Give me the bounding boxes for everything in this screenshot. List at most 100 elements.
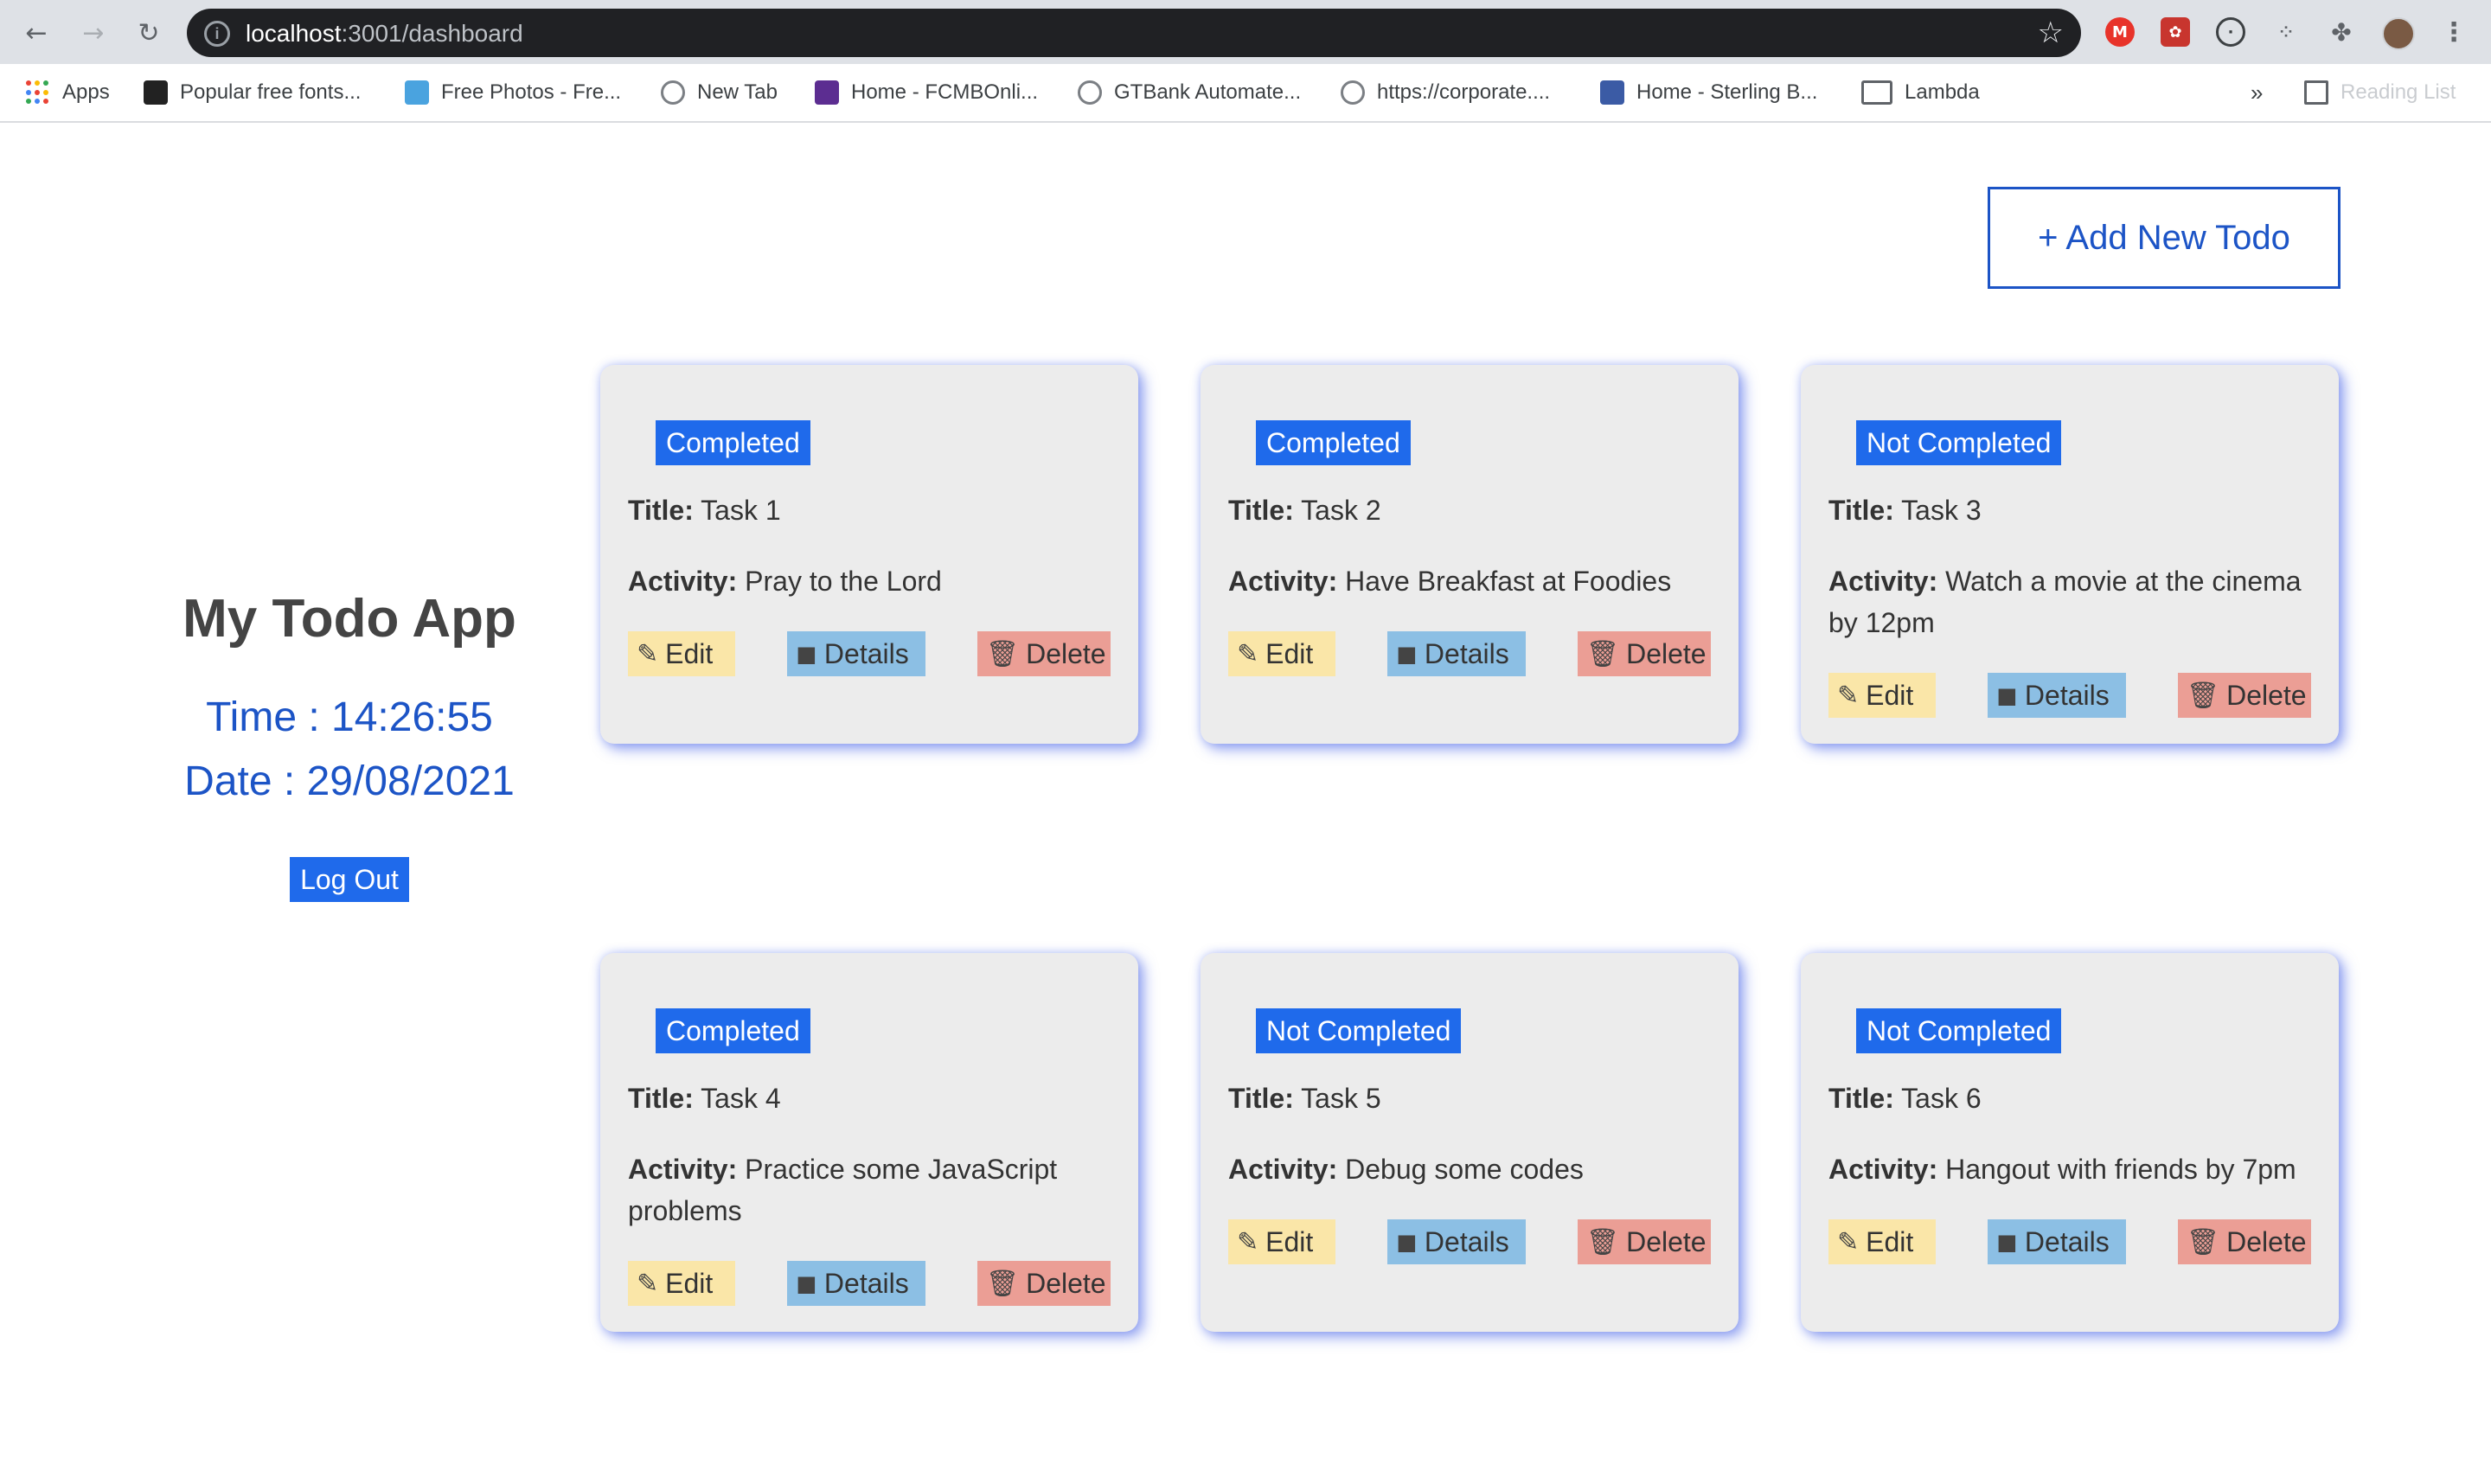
bookmark-label: Home - FCMBOnli... xyxy=(851,80,1039,104)
note-icon: ◼ xyxy=(1396,638,1418,669)
current-date: Date : 29/08/2021 xyxy=(184,758,515,804)
url-text[interactable]: localhost:3001/dashboard xyxy=(246,20,523,48)
trash-icon: 🗑 xyxy=(1586,1226,1620,1257)
bookmark-gtbank[interactable]: GTBank Automate... xyxy=(1078,64,1301,121)
edit-button[interactable]: ✎ Edit xyxy=(1228,1219,1335,1264)
reading-list-button[interactable]: Reading List xyxy=(2304,64,2456,121)
edit-button[interactable]: ✎ Edit xyxy=(628,631,735,676)
todo-activity: Activity: Pray to the Lord xyxy=(628,566,942,597)
todo-title: Title: Task 2 xyxy=(1228,495,1381,526)
extension-icon[interactable]: ✿ xyxy=(2161,17,2190,47)
details-button[interactable]: ◼ Details xyxy=(787,1261,925,1306)
folder-icon xyxy=(1861,80,1892,105)
bookmark-label: Popular free fonts... xyxy=(180,80,362,104)
pexels-icon xyxy=(405,80,429,105)
status-badge: Not Completed xyxy=(1856,420,2062,465)
bookmark-label: Apps xyxy=(62,80,110,104)
app-title: My Todo App xyxy=(183,589,516,649)
todo-activity: Activity: Watch a movie at the cinema by… xyxy=(1828,566,2302,638)
bookmark-star-icon[interactable]: ☆ xyxy=(2038,16,2064,50)
bookmark-sterling[interactable]: Home - Sterling B... xyxy=(1600,64,1817,121)
edit-icon: ✎ xyxy=(1237,638,1259,669)
loading-extension-icon[interactable]: ⁘ xyxy=(2271,17,2301,47)
status-badge: Not Completed xyxy=(1256,1008,1462,1053)
bookmark-label: Lambda xyxy=(1905,80,1980,104)
browser-toolbar: ← → ↻ i localhost:3001/dashboard ☆ M ✿ ·… xyxy=(0,0,2491,64)
todo-card: Completed Title: Task 4 Activity: Practi… xyxy=(600,953,1138,1332)
trash-icon: 🗑 xyxy=(986,638,1020,669)
menu-icon[interactable]: ⋮ xyxy=(2439,17,2469,48)
note-icon: ◼ xyxy=(1996,680,2018,711)
todo-title: Title: Task 3 xyxy=(1828,495,1982,526)
card-actions: ✎ Edit ◼ Details 🗑 Delete xyxy=(1828,1219,2311,1264)
address-bar[interactable]: i localhost:3001/dashboard ☆ xyxy=(187,9,2081,57)
reading-list-label: Reading List xyxy=(2341,80,2456,104)
bookmark-free-photos[interactable]: Free Photos - Fre... xyxy=(405,64,621,121)
edit-button[interactable]: ✎ Edit xyxy=(1828,1219,1936,1264)
todo-card: Completed Title: Task 2 Activity: Have B… xyxy=(1201,365,1739,744)
note-icon: ◼ xyxy=(796,1268,817,1299)
status-badge: Completed xyxy=(656,1008,810,1053)
card-actions: ✎ Edit ◼ Details 🗑 Delete xyxy=(628,631,1111,676)
delete-button[interactable]: 🗑 Delete xyxy=(2178,1219,2311,1264)
info-icon[interactable]: i xyxy=(204,21,230,47)
globe-icon xyxy=(1078,80,1102,105)
todo-activity: Activity: Have Breakfast at Foodies xyxy=(1228,566,1672,597)
status-badge: Not Completed xyxy=(1856,1008,2062,1053)
edit-button[interactable]: ✎ Edit xyxy=(1828,673,1936,718)
fcmb-icon xyxy=(815,80,839,105)
bookmark-label: New Tab xyxy=(697,80,778,104)
bookmark-popular-fonts[interactable]: Popular free fonts... xyxy=(144,64,361,121)
delete-button[interactable]: 🗑 Delete xyxy=(977,1261,1111,1306)
details-button[interactable]: ◼ Details xyxy=(1387,1219,1526,1264)
logout-button[interactable]: Log Out xyxy=(290,857,409,902)
edit-icon: ✎ xyxy=(1837,680,1860,711)
forward-icon[interactable]: → xyxy=(76,16,111,50)
bookmark-fcmb[interactable]: Home - FCMBOnli... xyxy=(815,64,1038,121)
status-badge: Completed xyxy=(656,420,810,465)
trash-icon: 🗑 xyxy=(2187,680,2220,711)
todo-card: Completed Title: Task 1 Activity: Pray t… xyxy=(600,365,1138,744)
todo-activity: Activity: Practice some JavaScript probl… xyxy=(628,1154,1058,1226)
delete-button[interactable]: 🗑 Delete xyxy=(1578,1219,1711,1264)
back-icon[interactable]: ← xyxy=(19,16,54,50)
globe-icon xyxy=(661,80,685,105)
reading-list-icon xyxy=(2304,80,2328,105)
bookmarks-bar: Apps Popular free fonts... Free Photos -… xyxy=(0,64,2491,123)
edit-button[interactable]: ✎ Edit xyxy=(628,1261,735,1306)
todo-card: Not Completed Title: Task 6 Activity: Ha… xyxy=(1801,953,2339,1332)
note-icon: ◼ xyxy=(796,638,817,669)
add-new-todo-button[interactable]: + Add New Todo xyxy=(1988,187,2341,289)
reload-icon[interactable]: ↻ xyxy=(131,16,166,50)
details-button[interactable]: ◼ Details xyxy=(1988,673,2126,718)
sidebar: My Todo App Time : 14:26:55 Date : 29/08… xyxy=(121,571,578,902)
bookmark-new-tab[interactable]: New Tab xyxy=(661,64,778,121)
bookmark-lambda[interactable]: Lambda xyxy=(1861,64,1980,121)
status-badge: Completed xyxy=(1256,420,1411,465)
edit-icon: ✎ xyxy=(1237,1226,1259,1257)
trash-icon: 🗑 xyxy=(986,1268,1020,1299)
delete-button[interactable]: 🗑 Delete xyxy=(2178,673,2311,718)
puzzle-icon[interactable]: ✤ xyxy=(2327,17,2356,47)
note-icon: ◼ xyxy=(1396,1226,1418,1257)
details-button[interactable]: ◼ Details xyxy=(1988,1219,2126,1264)
bookmark-label: GTBank Automate... xyxy=(1114,80,1302,104)
avatar[interactable] xyxy=(2382,17,2415,50)
devtools-extension-icon[interactable]: · xyxy=(2216,17,2245,47)
bookmark-corporate[interactable]: https://corporate.... xyxy=(1341,64,1550,121)
note-icon: ◼ xyxy=(1996,1226,2018,1257)
details-button[interactable]: ◼ Details xyxy=(787,631,925,676)
edit-icon: ✎ xyxy=(637,638,659,669)
todo-activity: Activity: Hangout with friends by 7pm xyxy=(1828,1154,2296,1185)
delete-button[interactable]: 🗑 Delete xyxy=(977,631,1111,676)
delete-button[interactable]: 🗑 Delete xyxy=(1578,631,1711,676)
bookmark-label: https://corporate.... xyxy=(1377,80,1551,104)
bookmark-apps[interactable]: Apps xyxy=(26,64,110,121)
details-button[interactable]: ◼ Details xyxy=(1387,631,1526,676)
card-actions: ✎ Edit ◼ Details 🗑 Delete xyxy=(628,1261,1111,1306)
fontsquirrel-icon xyxy=(144,80,168,105)
bookmarks-overflow-button[interactable]: » xyxy=(2251,64,2263,121)
edit-button[interactable]: ✎ Edit xyxy=(1228,631,1335,676)
overflow-label: » xyxy=(2251,79,2264,106)
mega-extension-icon[interactable]: M xyxy=(2105,17,2135,47)
